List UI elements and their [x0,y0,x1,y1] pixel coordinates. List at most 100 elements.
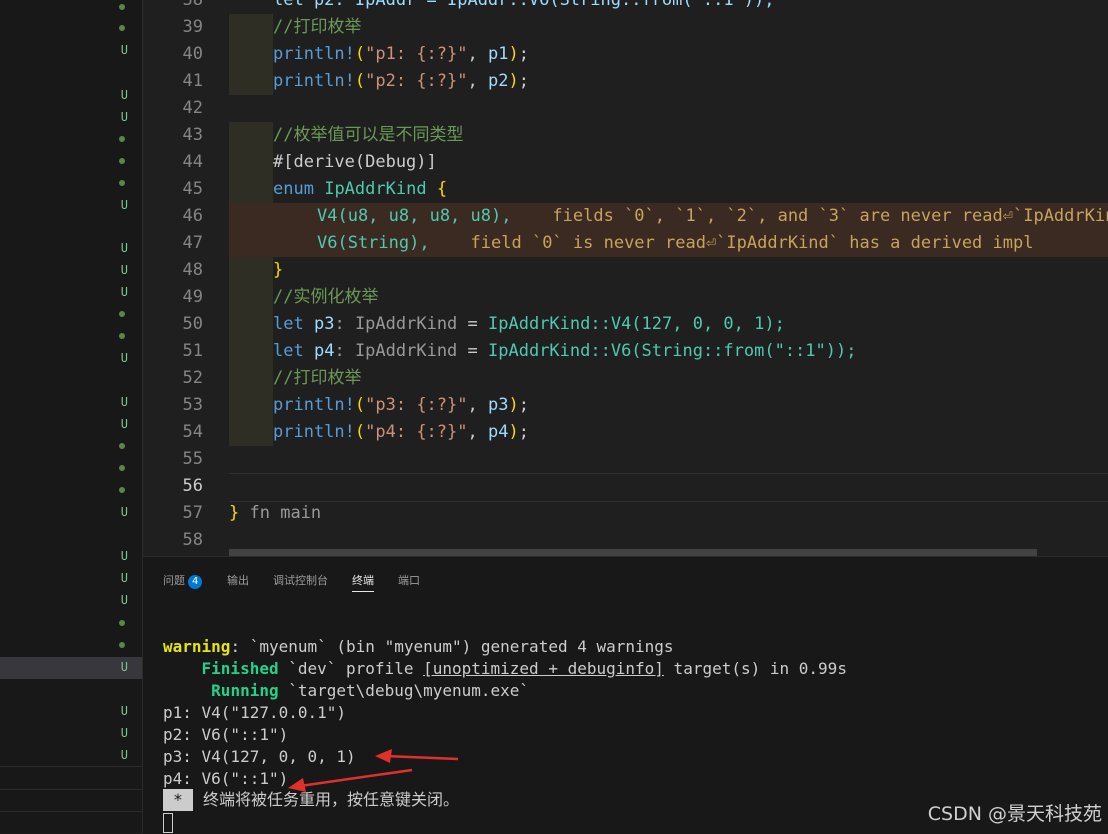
explorer-row[interactable] [0,150,142,172]
string-literal: "p1: {:?}" [365,44,468,64]
explorer-row[interactable]: U [0,238,142,260]
terminal-output-line: p1: V4("127.0.0.1") [163,703,347,722]
tab-label: 问题 [163,574,185,587]
indent-highlight [229,257,273,284]
modified-dot-icon [119,158,125,164]
code-line-40: println!("p1: {:?}", p1); [273,44,529,64]
code-line-57: } fn main [229,500,321,527]
indent-highlight [229,338,273,365]
explorer-row[interactable]: U [0,414,142,436]
terminal-text: target(s) in 0.99s [663,659,847,678]
tab-terminal[interactable]: 终端 [352,572,374,592]
code-line-50: let p3: IpAddrKind = IpAddrKind::V4(127,… [273,314,785,334]
code-line-52: //打印枚举 [273,368,362,388]
explorer-divider [0,789,142,790]
indent-highlight [229,14,273,41]
explorer-row[interactable]: U [0,723,142,745]
terminal-text: [unoptimized + debuginfo] [423,659,664,678]
explorer-row[interactable]: U [0,590,142,612]
terminal-text: : `myenum` (bin "myenum") generated 4 wa… [230,637,674,656]
code-line-41: println!("p2: {:?}", p2); [273,71,529,91]
untracked-mark: U [120,88,128,102]
explorer-row[interactable]: U [0,195,142,217]
untracked-mark: U [120,198,128,212]
explorer-row[interactable]: U [0,260,142,282]
explorer-row[interactable] [0,17,142,39]
variable: p4 [313,341,335,361]
warning-label: warning [163,637,231,656]
modified-dot-icon [119,487,125,493]
bottom-panel: 问题 4 输出 调试控制台 终端 端口 warning: `myenum` (bi… [143,556,1108,834]
line-number: 49 [182,287,203,307]
explorer-row[interactable] [0,0,142,18]
explorer-row[interactable] [0,435,142,457]
terminal-output-line: p4: V6("::1") [163,769,289,788]
modified-dot-icon [119,333,125,339]
untracked-mark: U [120,351,128,365]
enum-variant: V6(String), [317,233,430,253]
explorer-divider [0,766,142,767]
code-editor[interactable]: 38 39 40 41 42 43 44 45 46 47 48 49 50 5… [143,0,1108,556]
tab-problems[interactable]: 问题 4 [163,572,203,589]
terminal-task-marker: * [163,789,193,811]
string-literal: "p2: {:?}" [365,71,468,91]
explorer-row[interactable]: U [0,701,142,723]
terminal-output-line: p2: V6("::1") [163,725,289,744]
macro-name: println! [273,44,355,64]
explorer-row[interactable]: U [0,546,142,568]
untracked-mark: U [120,395,128,409]
explorer-row[interactable] [0,128,142,150]
explorer-row[interactable]: U [0,348,142,370]
untracked-mark: U [120,263,128,277]
indent-highlight [229,68,273,95]
explorer-row[interactable]: U [0,282,142,304]
explorer-row[interactable] [0,325,142,347]
modified-dot-icon [119,443,125,449]
untracked-mark: U [120,660,128,674]
explorer-row[interactable] [0,303,142,325]
terminal-cursor[interactable] [163,813,173,833]
terminal-reuse-message: 终端将被任务重用，按任意键关闭。 [203,790,460,809]
terminal-text: `target\debug\myenum.exe` [278,681,530,700]
diagnostic-inline-hint[interactable]: fields `0`, `1`, `2`, and `3` are never … [552,206,1108,226]
variable: p4 [487,422,509,442]
code-line-46: V4(u8, u8, u8, u8), fields `0`, `1`, `2`… [317,203,1108,230]
running-label: Running [211,681,279,700]
code-line-53: println!("p3: {:?}", p3); [273,395,529,415]
line-number: 41 [182,71,203,91]
string-literal: "p3: {:?}" [365,395,468,415]
indent-highlight [229,122,273,149]
explorer-row[interactable] [0,612,142,634]
tab-output[interactable]: 输出 [227,572,249,588]
diagnostic-inline-hint[interactable]: field `0` is never read⏎`IpAddrKind` has… [471,233,1034,253]
untracked-mark: U [120,285,128,299]
untracked-mark: U [120,748,128,762]
explorer-row[interactable]: U [0,85,142,107]
horizontal-scrollbar[interactable] [229,549,1037,556]
line-number: 55 [182,449,203,469]
tab-ports[interactable]: 端口 [398,572,420,588]
string-literal: "p4: {:?}" [365,422,468,442]
explorer-row[interactable]: U [0,568,142,590]
explorer-row[interactable] [0,479,142,501]
code-line-49: //实例化枚举 [273,287,379,307]
explorer-row[interactable] [0,457,142,479]
explorer-row[interactable] [0,634,142,656]
explorer-row[interactable]: U [0,40,142,62]
untracked-mark: U [120,704,128,718]
tab-debug-console[interactable]: 调试控制台 [273,572,328,588]
explorer-row[interactable]: U [0,107,142,129]
untracked-mark: U [120,417,128,431]
expression: IpAddrKind::V4(127, 0, 0, 1); [488,314,785,334]
problems-count-badge: 4 [188,575,203,589]
explorer-row-selected[interactable]: U [0,657,142,679]
line-number: 45 [182,179,203,199]
explorer-row[interactable]: U [0,745,142,767]
explorer-row[interactable] [0,172,142,194]
indent-highlight [229,311,273,338]
explorer-row[interactable]: U [0,502,142,524]
enum-variant: V4(u8, u8, u8, u8), [317,206,512,226]
scope-hint: fn main [249,503,322,523]
line-number: 51 [182,341,203,361]
explorer-row[interactable]: U [0,392,142,414]
